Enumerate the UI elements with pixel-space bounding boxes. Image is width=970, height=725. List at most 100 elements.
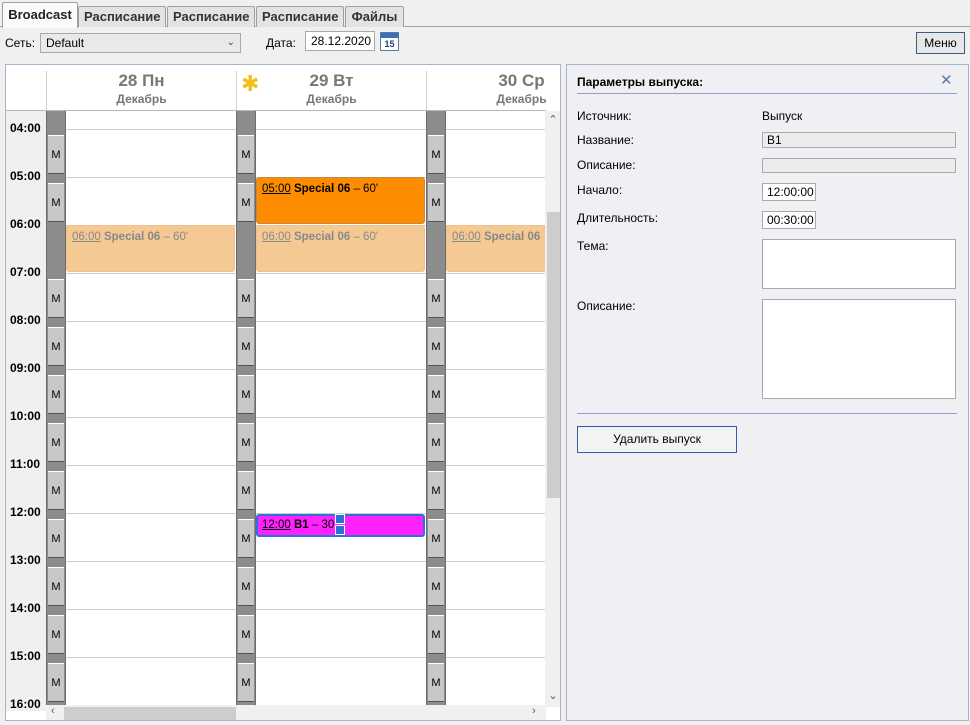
- date-field[interactable]: 28.12.2020: [305, 31, 375, 51]
- marker-m[interactable]: M: [428, 135, 444, 174]
- event-duration: – 30: [311, 519, 335, 531]
- release-properties-panel: Параметры выпуска: ✕ Источник: Выпуск На…: [566, 64, 969, 721]
- marker-m[interactable]: M: [428, 183, 444, 222]
- tab-bar: Broadcast Расписание Расписание Расписан…: [0, 0, 970, 28]
- hour-line: [46, 129, 546, 130]
- marker-m[interactable]: M: [428, 567, 444, 606]
- marker-m[interactable]: M: [48, 375, 64, 414]
- marker-m[interactable]: M: [238, 615, 254, 654]
- time-label: 13:00: [10, 553, 41, 567]
- scroll-down-icon[interactable]: ⌄: [545, 689, 560, 702]
- time-label: 04:00: [10, 121, 41, 135]
- day-header-30[interactable]: 30 Ср Декабрь: [426, 71, 560, 111]
- marker-m[interactable]: M: [238, 375, 254, 414]
- delete-release-button[interactable]: Удалить выпуск: [577, 426, 737, 453]
- day-number: 28 Пн: [118, 71, 165, 90]
- day-header-29[interactable]: 29 Вт Декабрь: [236, 71, 426, 111]
- day-header-28[interactable]: 28 Пн Декабрь: [46, 71, 236, 111]
- scroll-left-icon[interactable]: ‹: [51, 705, 55, 717]
- close-icon[interactable]: ✕: [940, 71, 953, 89]
- time-label: 14:00: [10, 601, 41, 615]
- today-star-icon: ✱: [241, 71, 260, 96]
- menu-button[interactable]: Меню: [916, 32, 965, 54]
- event-wed-0600[interactable]: 06:00 Special 06: [446, 225, 546, 272]
- start-time-field[interactable]: 12:00:00: [762, 183, 816, 201]
- description-label: Описание:: [577, 299, 636, 313]
- marker-m[interactable]: M: [428, 423, 444, 462]
- topic-textarea[interactable]: [762, 239, 956, 289]
- marker-m[interactable]: M: [48, 327, 64, 366]
- event-time: 12:00: [262, 519, 291, 531]
- marker-m[interactable]: M: [238, 135, 254, 174]
- marker-m[interactable]: M: [428, 327, 444, 366]
- time-label: 06:00: [10, 217, 41, 231]
- scroll-up-icon[interactable]: ⌃: [545, 113, 560, 126]
- scroll-right-icon[interactable]: ›: [532, 705, 536, 717]
- tab-broadcast[interactable]: Broadcast: [2, 2, 78, 28]
- event-title: B1: [293, 519, 309, 531]
- hour-line: [46, 369, 546, 370]
- start-label: Начало:: [577, 183, 623, 197]
- marker-m[interactable]: M: [48, 519, 64, 558]
- marker-m[interactable]: M: [428, 519, 444, 558]
- description-textarea[interactable]: [762, 299, 956, 399]
- vertical-scrollbar[interactable]: ⌃ ⌄: [545, 111, 560, 707]
- marker-m[interactable]: M: [48, 183, 64, 222]
- marker-m[interactable]: M: [428, 615, 444, 654]
- calendar-icon[interactable]: 15: [380, 32, 399, 51]
- marker-m[interactable]: M: [428, 663, 444, 702]
- marker-m[interactable]: M: [428, 375, 444, 414]
- tab-schedule-1[interactable]: Расписание: [78, 6, 166, 27]
- horizontal-scroll-thumb[interactable]: [64, 707, 236, 720]
- day-stripe-28: M M M M M M M M M M M: [46, 111, 66, 711]
- marker-m[interactable]: M: [48, 615, 64, 654]
- marker-m[interactable]: M: [48, 567, 64, 606]
- marker-m[interactable]: M: [238, 567, 254, 606]
- event-tue-0600[interactable]: 06:00 Special 06 – 60': [256, 225, 425, 272]
- tab-schedule-3[interactable]: Расписание: [256, 6, 344, 27]
- marker-m[interactable]: M: [238, 423, 254, 462]
- marker-m[interactable]: M: [238, 183, 254, 222]
- tab-files[interactable]: Файлы: [345, 6, 404, 27]
- schedule-grid[interactable]: M M M M M M M M M M M M M M M M M M M M …: [46, 111, 546, 711]
- marker-m[interactable]: M: [428, 279, 444, 318]
- event-time: 06:00: [262, 231, 291, 243]
- marker-m[interactable]: M: [48, 279, 64, 318]
- event-title: Special 06: [103, 231, 161, 243]
- marker-m[interactable]: M: [428, 471, 444, 510]
- marker-m[interactable]: M: [48, 471, 64, 510]
- horizontal-scrollbar[interactable]: ‹ ›: [46, 705, 546, 720]
- event-time: 06:00: [452, 231, 481, 243]
- duration-field[interactable]: 00:30:00: [762, 211, 816, 229]
- network-select-value: Default: [46, 36, 85, 50]
- marker-m[interactable]: M: [238, 519, 254, 558]
- network-label: Сеть:: [5, 36, 36, 50]
- chevron-down-icon: ⌄: [226, 37, 235, 48]
- marker-m[interactable]: M: [238, 279, 254, 318]
- marker-m[interactable]: M: [48, 135, 64, 174]
- marker-m[interactable]: M: [238, 471, 254, 510]
- marker-m[interactable]: M: [238, 327, 254, 366]
- event-mon-0600[interactable]: 06:00 Special 06 – 60': [66, 225, 235, 272]
- day-month: Декабрь: [306, 92, 357, 106]
- network-select[interactable]: Default ⌄: [40, 33, 241, 53]
- desc-field[interactable]: [762, 158, 956, 173]
- tab-schedule-2[interactable]: Расписание: [167, 6, 255, 27]
- source-value: Выпуск: [762, 109, 803, 123]
- marker-m[interactable]: M: [48, 423, 64, 462]
- divider: [577, 93, 957, 94]
- topic-label: Тема:: [577, 239, 609, 253]
- time-label: 08:00: [10, 313, 41, 327]
- day-stripe-30: M M M M M M M M M M M: [426, 111, 446, 711]
- vertical-scroll-thumb[interactable]: [547, 212, 560, 498]
- marker-m[interactable]: M: [48, 663, 64, 702]
- desc-label: Описание:: [577, 158, 636, 172]
- event-tue-0500[interactable]: 05:00 Special 06 – 60': [256, 177, 425, 224]
- resize-handle-bottom[interactable]: [335, 525, 345, 535]
- marker-m[interactable]: M: [238, 663, 254, 702]
- time-label: 07:00: [10, 265, 41, 279]
- resize-handle-top[interactable]: [335, 514, 345, 524]
- event-duration: – 60': [353, 183, 379, 195]
- calendar-icon-day: 15: [384, 39, 395, 49]
- name-field[interactable]: B1: [762, 132, 956, 148]
